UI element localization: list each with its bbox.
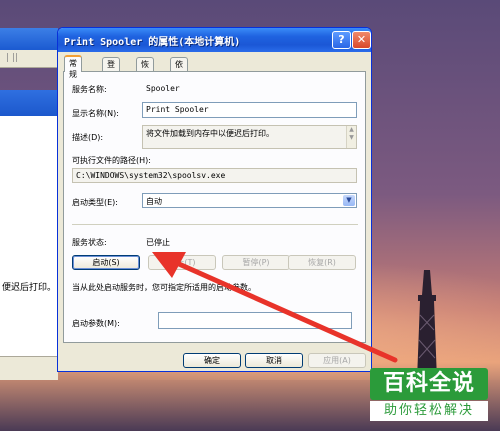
watermark-subtitle: 助你轻松解决 xyxy=(370,401,488,421)
arrow-shaft xyxy=(167,257,398,363)
tab-general[interactable]: 常规 xyxy=(64,55,82,79)
watermark-title: 百科全说 xyxy=(370,368,488,400)
watermark-logo: 百科全说 助你轻松解决 xyxy=(370,368,490,424)
